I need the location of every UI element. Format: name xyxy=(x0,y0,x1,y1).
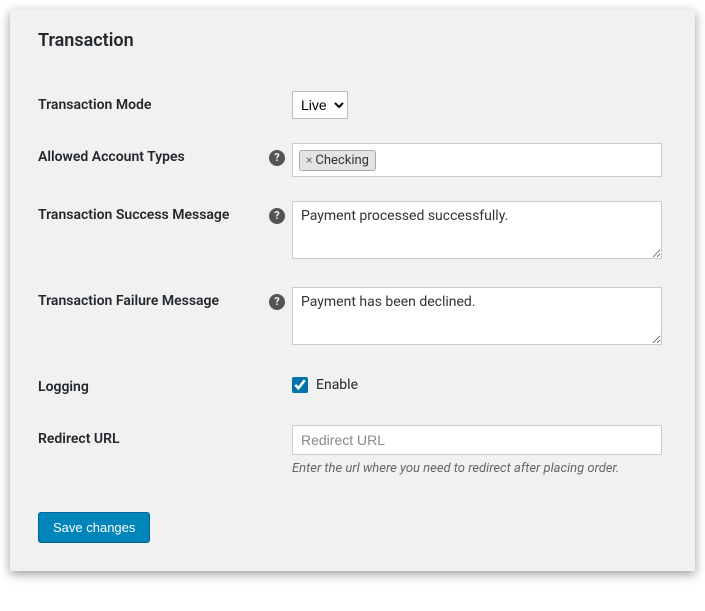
logging-checkbox-label: Enable xyxy=(316,377,358,393)
label-redirect-url: Redirect URL xyxy=(38,413,268,488)
close-icon[interactable]: × xyxy=(306,153,312,167)
redirect-url-input[interactable] xyxy=(292,425,662,455)
label-allowed-account-types: Allowed Account Types xyxy=(38,131,268,189)
settings-form-table: Transaction Mode Live Allowed Account Ty… xyxy=(38,79,667,488)
logging-checkbox[interactable] xyxy=(292,377,308,393)
transaction-mode-select[interactable]: Live xyxy=(292,91,348,119)
allowed-account-types-input[interactable]: × Checking xyxy=(292,143,662,177)
transaction-settings-panel: Transaction Transaction Mode Live Allowe… xyxy=(10,10,695,571)
redirect-url-description: Enter the url where you need to redirect… xyxy=(292,461,667,476)
help-icon[interactable]: ? xyxy=(269,150,285,166)
failure-message-textarea[interactable] xyxy=(292,287,662,345)
help-icon[interactable]: ? xyxy=(269,294,285,310)
section-title: Transaction xyxy=(38,30,667,51)
account-type-tag-label: Checking xyxy=(315,153,369,168)
account-type-tag: × Checking xyxy=(299,150,376,171)
label-success-message: Transaction Success Message xyxy=(38,189,268,275)
help-icon[interactable]: ? xyxy=(269,208,285,224)
label-transaction-mode: Transaction Mode xyxy=(38,79,268,131)
label-failure-message: Transaction Failure Message xyxy=(38,275,268,361)
save-button[interactable]: Save changes xyxy=(38,512,150,543)
label-logging: Logging xyxy=(38,361,268,413)
success-message-textarea[interactable] xyxy=(292,201,662,259)
